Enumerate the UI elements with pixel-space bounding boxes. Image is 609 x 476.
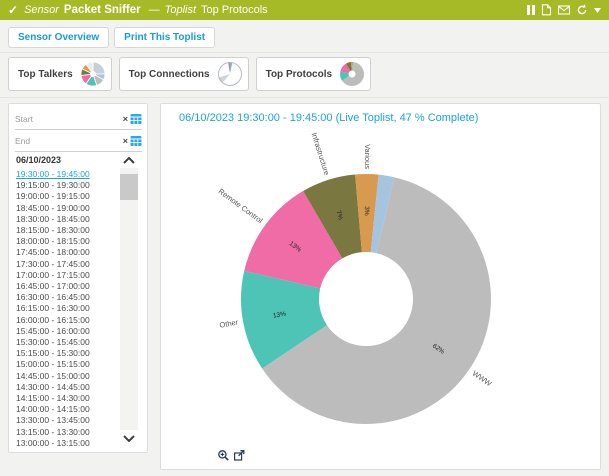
pie-chart-icon xyxy=(80,61,106,87)
toplist-chart-panel: 06/10/2023 19:30:00 - 19:45:00 (Live Top… xyxy=(160,103,601,470)
time-range-item[interactable]: 18:45:00 - 19:00:00 xyxy=(16,203,116,214)
header-bar: ✓ Sensor Packet Sniffer — Toplist Top Pr… xyxy=(0,0,609,20)
time-range-list: 19:30:00 - 19:45:0019:15:00 - 19:30:0019… xyxy=(16,169,116,449)
calendar-icon[interactable] xyxy=(130,113,142,125)
time-range-sidebar: × × 06/10/2023 19:30:00 - 19:45:0019:15:… xyxy=(8,103,148,453)
status-check-icon: ✓ xyxy=(8,3,18,17)
caret-down-icon[interactable] xyxy=(594,8,601,13)
time-range-item[interactable]: 16:15:00 - 16:30:00 xyxy=(16,303,116,314)
header-dash: — xyxy=(149,4,160,16)
protocols-donut-chart: WWW 62% Other 13% Remote Control 13% Infrastru… xyxy=(161,126,601,468)
start-date-input[interactable] xyxy=(15,114,123,124)
time-range-item[interactable]: 19:30:00 - 19:45:00 xyxy=(16,169,116,180)
time-range-item[interactable]: 19:15:00 - 19:30:00 xyxy=(16,180,116,191)
time-range-item[interactable]: 13:30:00 - 13:45:00 xyxy=(16,415,116,426)
end-date-row: × xyxy=(15,131,142,152)
tab-top-talkers[interactable]: Top Talkers xyxy=(8,57,112,91)
date-header: 06/10/2023 xyxy=(16,155,61,165)
divider xyxy=(0,97,609,98)
pause-icon[interactable] xyxy=(527,5,535,15)
header-subtype-label: Toplist xyxy=(165,4,196,16)
toolbar: Sensor Overview Print This Toplist xyxy=(8,27,215,48)
tab-top-protocols[interactable]: Top Protocols xyxy=(256,57,371,91)
start-date-row: × xyxy=(15,109,142,130)
time-range-item[interactable]: 14:30:00 - 14:45:00 xyxy=(16,382,116,393)
svg-text:Infrastructure: Infrastructure xyxy=(310,131,332,176)
time-range-item[interactable]: 14:45:00 - 15:00:00 xyxy=(16,371,116,382)
svg-text:13%: 13% xyxy=(272,310,286,319)
scroll-down-button[interactable] xyxy=(120,430,138,446)
sensor-overview-button[interactable]: Sensor Overview xyxy=(8,27,109,48)
chart-footer xyxy=(218,450,245,461)
svg-text:62%: 62% xyxy=(431,343,446,356)
tab-top-connections[interactable]: Top Connections xyxy=(119,57,249,91)
end-date-input[interactable] xyxy=(15,136,123,146)
time-range-item[interactable]: 14:00:00 - 14:15:00 xyxy=(16,404,116,415)
time-range-item[interactable]: 13:00:00 - 13:15:00 xyxy=(16,438,116,449)
scrollbar-thumb[interactable] xyxy=(120,174,138,200)
tab-label: Top Talkers xyxy=(18,69,73,80)
time-range-item[interactable]: 19:00:00 - 19:15:00 xyxy=(16,191,116,202)
page-title: Top Protocols xyxy=(201,4,268,16)
clear-end-icon[interactable]: × xyxy=(123,137,128,146)
time-range-item[interactable]: 18:30:00 - 18:45:00 xyxy=(16,214,116,225)
svg-text:Remote Control: Remote Control xyxy=(217,187,265,226)
time-range-item[interactable]: 13:15:00 - 13:30:00 xyxy=(16,427,116,438)
svg-text:Other: Other xyxy=(219,317,240,329)
time-range-item[interactable]: 16:00:00 - 16:15:00 xyxy=(16,315,116,326)
svg-text:Various: Various xyxy=(363,144,372,169)
clear-start-icon[interactable]: × xyxy=(123,115,128,124)
divider xyxy=(0,52,609,53)
toplist-tabs: Top Talkers Top Connections Top Protocol… xyxy=(8,57,371,91)
zoom-icon[interactable] xyxy=(218,450,229,461)
svg-text:7%: 7% xyxy=(334,210,344,221)
time-range-item[interactable]: 15:00:00 - 15:15:00 xyxy=(16,359,116,370)
svg-text:3%: 3% xyxy=(363,206,370,216)
svg-text:WWW: WWW xyxy=(471,369,494,389)
email-icon[interactable] xyxy=(558,5,570,15)
sensor-name: Packet Sniffer xyxy=(64,4,141,16)
time-range-item[interactable]: 16:30:00 - 16:45:00 xyxy=(16,292,116,303)
time-range-item[interactable]: 15:30:00 - 15:45:00 xyxy=(16,337,116,348)
tab-label: Top Connections xyxy=(129,69,210,80)
chart-title: 06/10/2023 19:30:00 - 19:45:00 (Live Top… xyxy=(179,112,478,124)
open-new-window-icon[interactable] xyxy=(234,450,245,461)
time-range-item[interactable]: 14:15:00 - 14:30:00 xyxy=(16,393,116,404)
time-range-item[interactable]: 17:00:00 - 17:15:00 xyxy=(16,270,116,281)
print-toplist-button[interactable]: Print This Toplist xyxy=(114,27,215,48)
tab-label: Top Protocols xyxy=(266,69,332,80)
time-range-item[interactable]: 17:45:00 - 18:00:00 xyxy=(16,247,116,258)
time-range-item[interactable]: 17:30:00 - 17:45:00 xyxy=(16,259,116,270)
time-range-item[interactable]: 15:45:00 - 16:00:00 xyxy=(16,326,116,337)
scrollbar-track[interactable] xyxy=(120,168,138,430)
time-range-item[interactable]: 18:00:00 - 18:15:00 xyxy=(16,236,116,247)
pie-chart-icon xyxy=(217,61,243,87)
scroll-up-button[interactable] xyxy=(120,152,138,168)
time-range-item[interactable]: 18:15:00 - 18:30:00 xyxy=(16,225,116,236)
time-range-item[interactable]: 16:45:00 - 17:00:00 xyxy=(16,281,116,292)
pie-chart-icon xyxy=(339,61,365,87)
calendar-icon[interactable] xyxy=(130,135,142,147)
refresh-icon[interactable] xyxy=(576,4,588,16)
svg-text:13%: 13% xyxy=(288,240,303,253)
time-range-item[interactable]: 15:15:00 - 15:30:00 xyxy=(16,348,116,359)
report-icon[interactable] xyxy=(541,4,552,16)
scrollbar xyxy=(119,152,139,446)
header-type-label: Sensor xyxy=(24,4,59,16)
